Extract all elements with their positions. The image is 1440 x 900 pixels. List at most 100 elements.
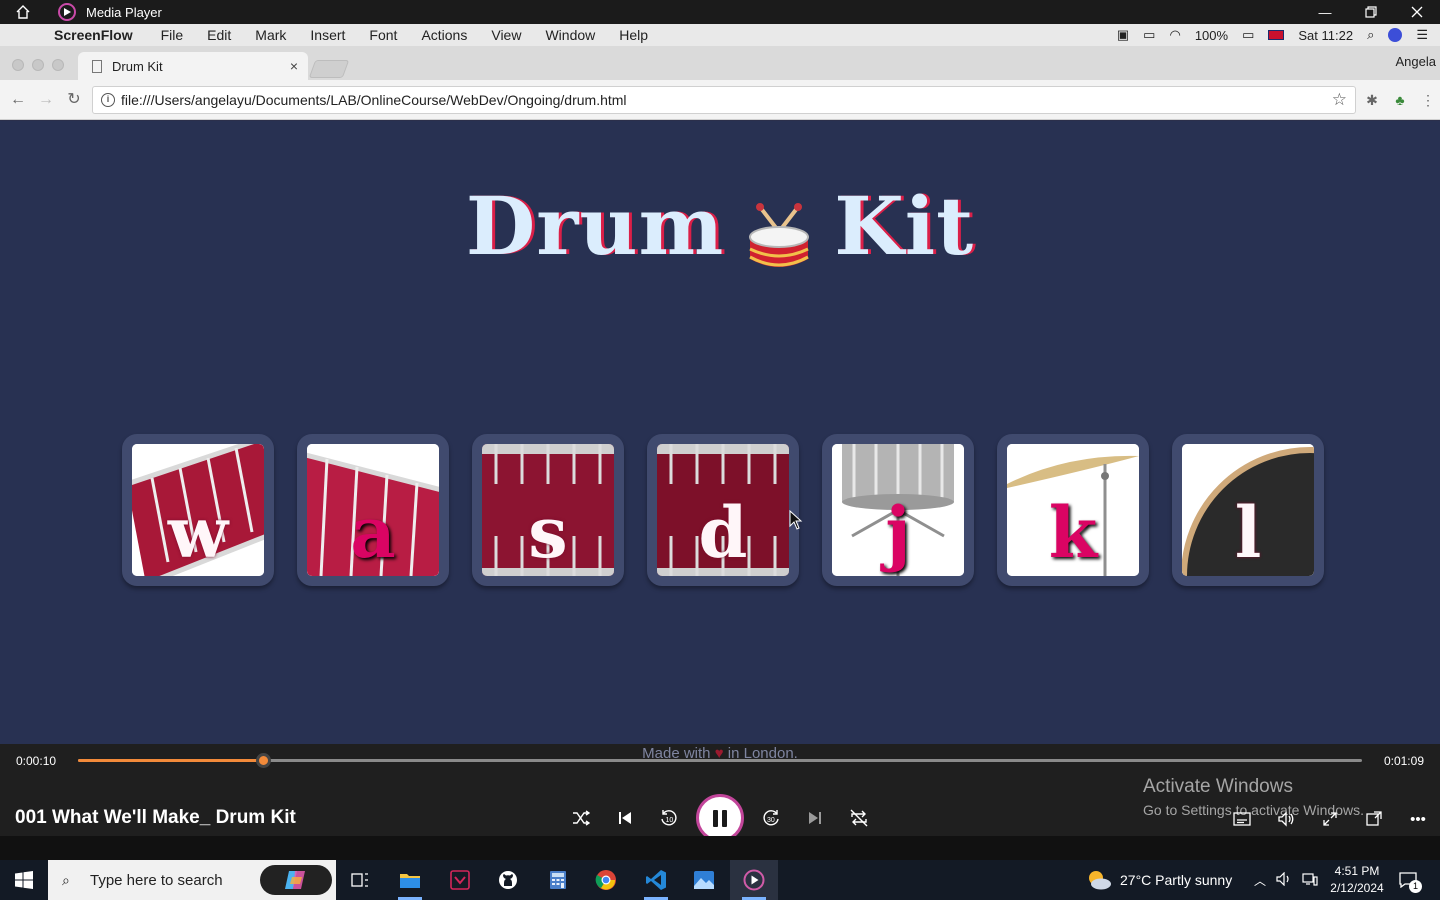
network-icon[interactable] [1302, 872, 1318, 889]
drum-button-l[interactable]: l [1172, 434, 1324, 586]
photos-icon[interactable] [680, 860, 728, 900]
tab-drum-kit[interactable]: Drum Kit × [78, 52, 308, 80]
windows-taskbar: ⌕ Type here to search 27°C Partly sunny … [0, 860, 1440, 900]
total-time: 0:01:09 [1383, 754, 1424, 768]
taskbar-clock[interactable]: 4:51 PM 2/12/2024 [1326, 863, 1388, 897]
vscode-icon[interactable] [632, 860, 680, 900]
browser-toolbar: ← → ↻ i file:///Users/angelayu/Documents… [0, 80, 1440, 120]
extension-html-icon[interactable]: ♣ [1390, 90, 1410, 110]
menu-edit[interactable]: Edit [207, 27, 231, 43]
drum-button-w[interactable]: w [122, 434, 274, 586]
drum-icon [746, 198, 812, 268]
seek-bar[interactable] [78, 753, 1362, 768]
repeat-off-icon[interactable] [845, 804, 873, 832]
drum-button-k[interactable]: k [997, 434, 1149, 586]
window-title: Media Player [86, 4, 162, 20]
drum-button-j[interactable]: j [822, 434, 974, 586]
calculator-icon[interactable] [534, 860, 582, 900]
mini-player-icon[interactable] [1362, 807, 1386, 831]
weather-text: 27°C Partly sunny [1120, 872, 1233, 888]
tab-title: Drum Kit [112, 58, 163, 74]
profile-name[interactable]: Angela [1396, 54, 1436, 69]
speaker-icon[interactable] [1276, 871, 1292, 889]
menu-font[interactable]: Font [369, 27, 397, 43]
drum-button-d[interactable]: d [647, 434, 799, 586]
weather-widget[interactable]: 27°C Partly sunny [1086, 860, 1232, 900]
drum-key-label: j [885, 491, 911, 574]
close-button[interactable] [1394, 0, 1440, 24]
flag-icon[interactable] [1268, 30, 1285, 40]
notification-count: 1 [1409, 880, 1422, 893]
mouse-cursor-icon [789, 510, 803, 530]
drum-key-label: d [698, 491, 748, 574]
traffic-light-minimize[interactable] [32, 59, 44, 71]
traffic-light-zoom[interactable] [52, 59, 64, 71]
extension-bug-icon[interactable]: ✱ [1362, 90, 1382, 110]
clock-time: 4:51 PM [1334, 864, 1380, 878]
home-icon[interactable] [0, 0, 46, 24]
previous-icon[interactable] [611, 804, 639, 832]
next-icon[interactable] [801, 804, 829, 832]
video-editor-icon[interactable] [436, 860, 484, 900]
captions-icon[interactable] [1230, 807, 1254, 831]
camera-icon[interactable]: ▣ [1117, 27, 1129, 43]
media-player-taskbar-icon[interactable] [730, 860, 778, 900]
battery-percent: 100% [1194, 27, 1229, 43]
back-icon[interactable]: ← [8, 90, 28, 110]
menu-help[interactable]: Help [619, 27, 648, 43]
file-explorer-icon[interactable] [386, 860, 434, 900]
notifications-icon[interactable]: 1 [1396, 868, 1422, 893]
tray-overflow-icon[interactable]: ︿ [1254, 872, 1266, 889]
window-bottom-edge [0, 836, 1440, 860]
traffic-light-close[interactable] [12, 59, 24, 71]
minimize-button[interactable]: — [1302, 0, 1348, 24]
menu-file[interactable]: File [161, 27, 184, 43]
fullscreen-icon[interactable] [1318, 807, 1342, 831]
drum-key-label: l [1234, 491, 1262, 574]
drum-button-a[interactable]: a [297, 434, 449, 586]
info-icon[interactable]: i [101, 93, 115, 107]
github-icon[interactable] [484, 860, 532, 900]
rewind-10-icon[interactable]: 10 [655, 804, 683, 832]
title-word-drum: Drum [465, 179, 725, 273]
menu-insert[interactable]: Insert [310, 27, 345, 43]
seek-progress [78, 759, 263, 762]
forward-30-icon[interactable]: 30 [757, 804, 785, 832]
menu-mark[interactable]: Mark [255, 27, 286, 43]
shuffle-icon[interactable] [567, 804, 595, 832]
menu-window[interactable]: Window [545, 27, 595, 43]
close-tab-icon[interactable]: × [290, 58, 298, 74]
menubar-app-name[interactable]: ScreenFlow [54, 27, 133, 43]
pause-button[interactable] [696, 794, 744, 842]
restore-button[interactable] [1348, 0, 1394, 24]
spotlight-icon[interactable]: ⌕ [1367, 27, 1374, 43]
start-windows-icon[interactable] [0, 860, 48, 900]
video-frame[interactable]: ScreenFlow File Edit Mark Insert Font Ac… [0, 24, 1440, 744]
battery-icon[interactable]: ▭ [1242, 27, 1254, 43]
mac-status-area: ▣ ▭ ◠ 100% ▭ Sat 11:22 ⌕ ☰ [1117, 24, 1428, 46]
taskbar-search-box[interactable]: ⌕ Type here to search [48, 860, 336, 900]
notification-center-icon[interactable]: ☰ [1416, 27, 1428, 43]
drum-button-s[interactable]: s [472, 434, 624, 586]
copilot-icon[interactable] [260, 865, 332, 895]
task-view-icon[interactable] [336, 860, 384, 900]
reload-icon[interactable]: ↻ [64, 90, 84, 110]
menu-actions[interactable]: Actions [421, 27, 467, 43]
seek-thumb[interactable] [255, 753, 271, 768]
address-bar[interactable]: i file:///Users/angelayu/Documents/LAB/O… [92, 86, 1356, 114]
volume-icon[interactable] [1274, 807, 1298, 831]
forward-icon[interactable]: → [36, 90, 56, 110]
menu-kebab-icon[interactable]: ⋮ [1418, 90, 1438, 110]
new-tab-button[interactable] [308, 60, 350, 78]
bookmark-star-icon[interactable]: ☆ [1332, 90, 1347, 110]
wifi-icon[interactable]: ◠ [1169, 27, 1180, 43]
title-word-kit: Kit [834, 179, 975, 273]
player-controls: Made with ♥ in London. 0:00:10 0:01:09 0… [0, 744, 1440, 842]
current-time: 0:00:10 [16, 754, 57, 768]
siri-icon[interactable] [1388, 28, 1403, 42]
more-options-icon[interactable]: ••• [1406, 807, 1430, 831]
activate-windows-title: Activate Windows [1143, 776, 1293, 797]
menu-view[interactable]: View [491, 27, 521, 43]
airplay-icon[interactable]: ▭ [1143, 27, 1155, 43]
chrome-icon[interactable] [582, 860, 630, 900]
